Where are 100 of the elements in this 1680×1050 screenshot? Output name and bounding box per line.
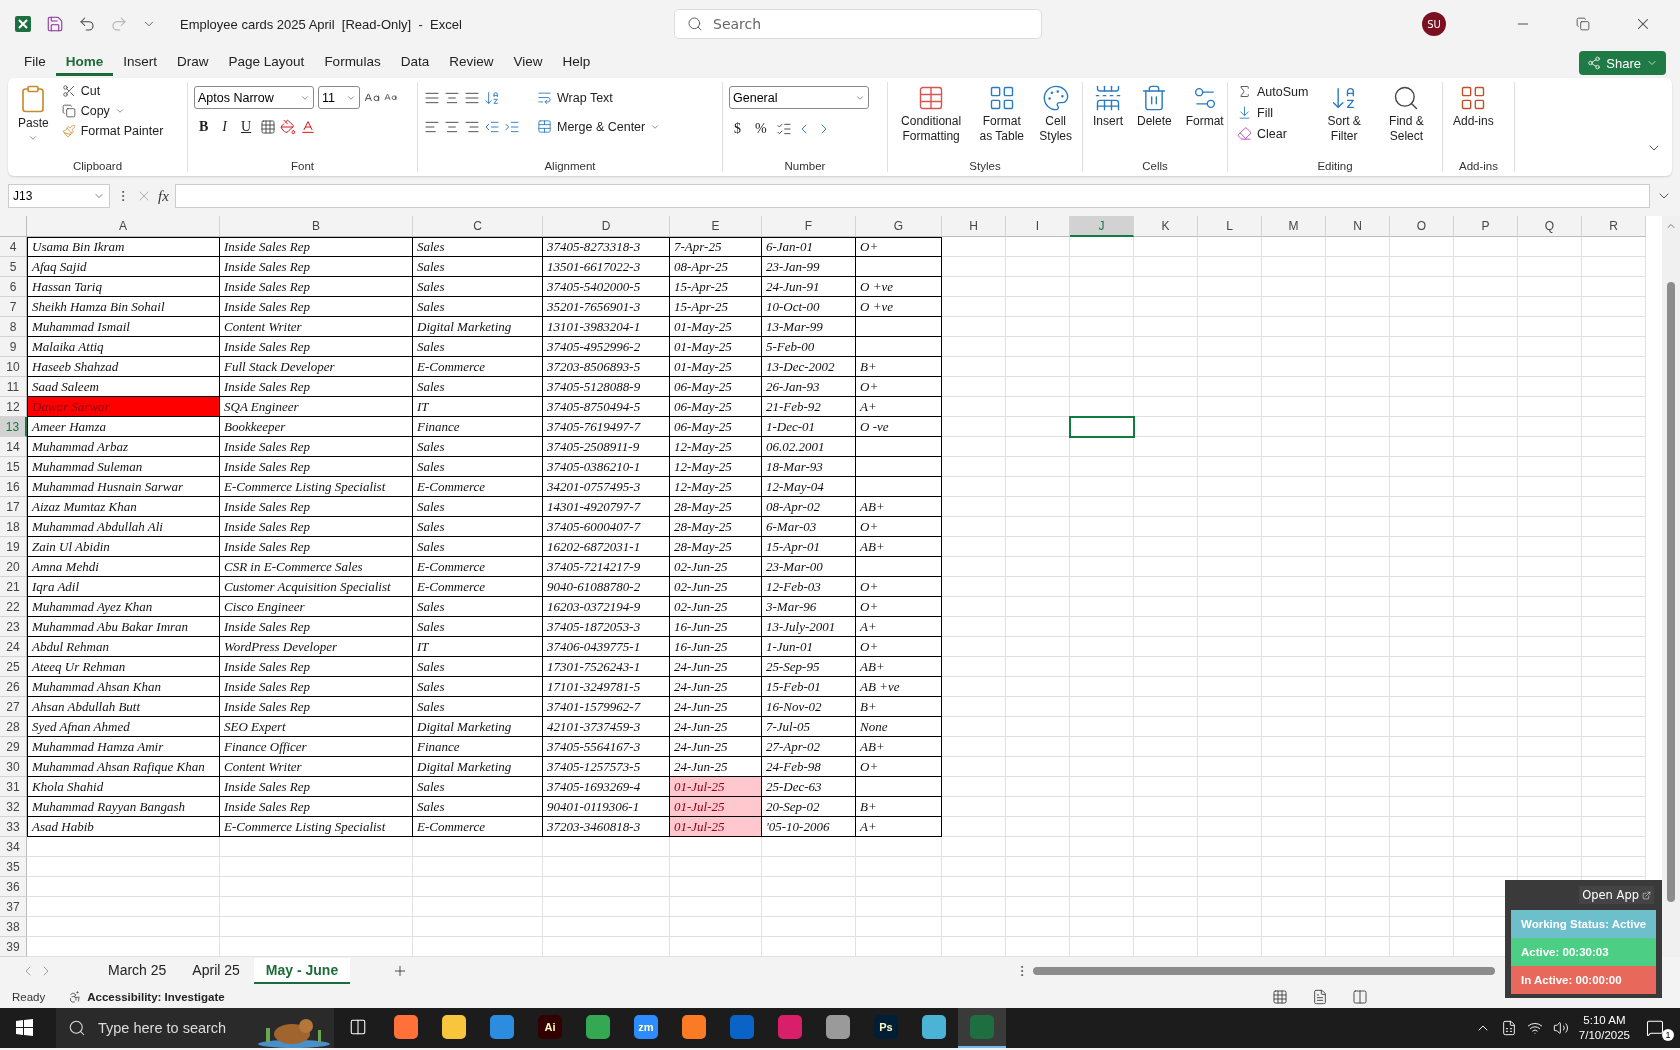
row-header[interactable]: 23: [0, 617, 27, 637]
restore-icon[interactable]: [1576, 17, 1590, 31]
row-header[interactable]: 32: [0, 797, 27, 817]
row-header[interactable]: 39: [0, 937, 27, 957]
ribbon-tab[interactable]: Review: [439, 50, 504, 76]
normal-view-icon[interactable]: [1272, 988, 1288, 1005]
row-header[interactable]: 9: [0, 337, 27, 357]
ribbon-tab[interactable]: Insert: [113, 50, 168, 76]
row-header[interactable]: 10: [0, 357, 27, 377]
column-header[interactable]: Q: [1518, 216, 1582, 237]
tray-app-icon[interactable]: [1500, 1020, 1517, 1036]
column-header[interactable]: F: [762, 216, 856, 237]
formula-input[interactable]: [174, 184, 1650, 208]
fill-color-icon[interactable]: [280, 119, 297, 135]
number-format-field[interactable]: General: [729, 86, 869, 109]
sort-filter-button[interactable]: Sort & Filter: [1317, 82, 1371, 146]
row-header[interactable]: 20: [0, 557, 27, 577]
format-painter-button[interactable]: Format Painter: [58, 122, 167, 140]
bold-button[interactable]: B: [194, 117, 214, 137]
italic-button[interactable]: I: [217, 117, 232, 137]
fill-button[interactable]: Fill: [1234, 103, 1312, 122]
cells-button[interactable]: Delete: [1133, 82, 1176, 131]
column-header[interactable]: B: [220, 216, 413, 237]
column-header[interactable]: K: [1134, 216, 1198, 237]
ribbon-tab[interactable]: File: [14, 50, 56, 76]
styles-button[interactable]: Cell Styles: [1035, 82, 1076, 146]
open-app-button[interactable]: Open App: [1579, 886, 1654, 904]
column-header[interactable]: A: [27, 216, 220, 237]
undo-icon[interactable]: [78, 15, 96, 33]
row-header[interactable]: 5: [0, 257, 27, 277]
row-header[interactable]: 4: [0, 237, 27, 257]
column-header[interactable]: N: [1326, 216, 1390, 237]
row-header[interactable]: 31: [0, 777, 27, 797]
column-header[interactable]: G: [856, 216, 942, 237]
page-layout-icon[interactable]: [1312, 988, 1328, 1005]
ribbon-tab[interactable]: Help: [552, 50, 601, 76]
ribbon-tab[interactable]: View: [503, 50, 553, 76]
insert-function-button[interactable]: fx: [158, 187, 169, 205]
column-header[interactable]: E: [670, 216, 762, 237]
clear-button[interactable]: Clear: [1234, 124, 1312, 143]
merge-center-button[interactable]: Merge & Center: [534, 117, 664, 136]
column-header[interactable]: C: [413, 216, 543, 237]
add-ins-button[interactable]: Add-ins: [1449, 82, 1498, 131]
row-header[interactable]: 26: [0, 677, 27, 697]
row-header[interactable]: 12: [0, 397, 27, 417]
cells-button[interactable]: Insert: [1089, 82, 1127, 131]
page-break-icon[interactable]: [1352, 988, 1368, 1005]
row-header[interactable]: 35: [0, 857, 27, 877]
sheet-tab[interactable]: May - June: [253, 958, 351, 984]
currency-button[interactable]: $: [729, 119, 746, 139]
row-header[interactable]: 7: [0, 297, 27, 317]
borders-icon[interactable]: [260, 119, 277, 135]
sheet-tab[interactable]: April 25: [180, 958, 252, 984]
row-header[interactable]: 13: [0, 417, 27, 437]
row-header[interactable]: 15: [0, 457, 27, 477]
share-button[interactable]: Share: [1579, 51, 1666, 75]
column-header[interactable]: L: [1198, 216, 1262, 237]
row-header[interactable]: 24: [0, 637, 27, 657]
row-header[interactable]: 33: [0, 817, 27, 837]
row-header[interactable]: 34: [0, 837, 27, 857]
row-header[interactable]: 17: [0, 497, 27, 517]
row-header[interactable]: 14: [0, 437, 27, 457]
font-color-icon[interactable]: [300, 119, 317, 135]
row-header[interactable]: 27: [0, 697, 27, 717]
column-header[interactable]: O: [1390, 216, 1454, 237]
row-header[interactable]: 21: [0, 577, 27, 597]
ribbon-tab[interactable]: Formulas: [314, 50, 391, 76]
cells-button[interactable]: Format: [1181, 82, 1228, 131]
row-header[interactable]: 18: [0, 517, 27, 537]
volume-icon[interactable]: [1552, 1020, 1569, 1036]
row-header[interactable]: 19: [0, 537, 27, 557]
row-header[interactable]: 38: [0, 917, 27, 937]
row-header[interactable]: 36: [0, 877, 27, 897]
active-cell[interactable]: [1070, 417, 1134, 437]
row-header[interactable]: 29: [0, 737, 27, 757]
accessibility-button[interactable]: Accessibility: Investigate: [65, 987, 228, 1006]
autosum-button[interactable]: AutoSum: [1234, 82, 1312, 101]
copy-button[interactable]: Copy: [58, 102, 167, 120]
row-header[interactable]: 11: [0, 377, 27, 397]
column-header[interactable]: H: [942, 216, 1006, 237]
row-header[interactable]: 8: [0, 317, 27, 337]
name-box[interactable]: J13: [8, 184, 110, 208]
ribbon-tab[interactable]: Draw: [167, 50, 219, 76]
row-header[interactable]: 6: [0, 277, 27, 297]
column-header[interactable]: R: [1582, 216, 1646, 237]
styles-button[interactable]: Conditional Formatting: [894, 82, 969, 146]
taskbar-app[interactable]: [958, 1008, 1006, 1048]
row-header[interactable]: 30: [0, 757, 27, 777]
paste-button[interactable]: Paste: [14, 82, 53, 145]
row-header[interactable]: 28: [0, 717, 27, 737]
percent-button[interactable]: %: [750, 119, 772, 139]
cut-button[interactable]: Cut: [58, 82, 167, 100]
network-icon[interactable]: [1526, 1020, 1543, 1036]
sheet-tab[interactable]: March 25: [96, 958, 179, 984]
user-avatar[interactable]: SU: [1422, 12, 1446, 36]
ribbon-tab[interactable]: Data: [390, 50, 440, 76]
wrap-text-button[interactable]: Wrap Text: [534, 88, 616, 107]
row-header[interactable]: 25: [0, 657, 27, 677]
font-size-field[interactable]: 11: [318, 86, 360, 109]
ribbon-tab[interactable]: Page Layout: [218, 50, 315, 76]
